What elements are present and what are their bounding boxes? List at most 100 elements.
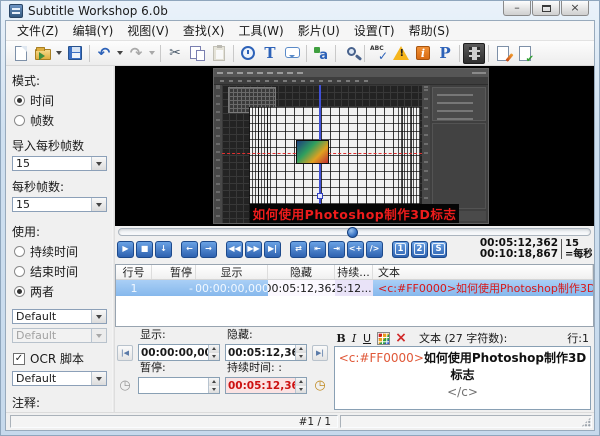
spin-down-icon[interactable] — [209, 386, 219, 394]
media-prev-button[interactable]: |◀ — [117, 345, 133, 361]
charset-primary-combo[interactable]: Default — [12, 309, 107, 324]
pause-time-spinner[interactable] — [208, 378, 219, 393]
combo-dropdown-button[interactable] — [91, 372, 106, 385]
duration-time-spinner[interactable] — [295, 378, 306, 393]
hide-time-spinner[interactable] — [295, 345, 306, 360]
spin-down-icon[interactable] — [296, 386, 306, 394]
sync-point-2-button[interactable]: 2 — [411, 241, 428, 258]
error-check-button[interactable]: ! — [390, 43, 412, 64]
combo-dropdown-button[interactable] — [91, 157, 106, 170]
resize-grip[interactable] — [581, 417, 591, 427]
script-check-button[interactable]: ✔ — [514, 43, 536, 64]
italic-button[interactable]: I — [348, 332, 360, 345]
subtitle-list[interactable]: 行号 暂停 显示 隐藏 持续... 文本 1 - 00:00:00,000 00… — [115, 264, 594, 327]
spin-up-icon[interactable] — [296, 345, 306, 353]
show-time-spinner[interactable] — [208, 345, 219, 360]
ocr-scripts-button[interactable]: P — [434, 43, 456, 64]
seek-current-button[interactable]: ↓ — [155, 241, 172, 258]
use-both-label: 两者 — [30, 283, 54, 300]
menu-search[interactable]: 查找(X) — [176, 20, 232, 41]
ocr-script-combo[interactable]: Default — [12, 371, 107, 386]
menu-file[interactable]: 文件(Z) — [10, 20, 66, 41]
prev-subtitle-button[interactable]: ← — [181, 241, 198, 258]
minimize-button[interactable]: – — [503, 1, 531, 16]
ocr-script-checkbox-row[interactable]: ✓ OCR 脚本 — [13, 350, 107, 367]
duration-clock-icon[interactable]: ◷ — [312, 378, 328, 394]
seek-thumb[interactable] — [347, 227, 358, 238]
seek-bar[interactable] — [115, 226, 594, 238]
next-subtitle-button[interactable]: → — [200, 241, 217, 258]
table-row[interactable]: 1 - 00:00:00,000 00:05:12,362 5:12... <c… — [116, 280, 593, 296]
remove-tags-button[interactable]: × — [393, 332, 409, 345]
bold-button[interactable]: B — [334, 332, 348, 345]
menu-view[interactable]: 视图(V) — [120, 20, 176, 41]
set-end-button[interactable]: ⇥ — [328, 241, 345, 258]
use-radio-endtime[interactable]: 结束时间 — [14, 263, 107, 280]
insert-subtitle-button[interactable]: <+ — [347, 241, 364, 258]
charset-secondary-value: Default — [13, 329, 91, 342]
media-next-button[interactable]: ▶| — [312, 345, 328, 361]
pause-time-field[interactable] — [138, 377, 220, 394]
fps-combo[interactable]: 15 — [12, 197, 107, 212]
menu-tools[interactable]: 工具(W) — [231, 20, 290, 41]
paste-button[interactable] — [208, 43, 230, 64]
use-radio-both[interactable]: 两者 — [14, 283, 107, 300]
cut-button[interactable]: ✂ — [164, 43, 186, 64]
combo-dropdown-button[interactable] — [91, 310, 106, 323]
information-button[interactable]: i — [412, 43, 434, 64]
sync-button[interactable]: S — [430, 241, 447, 258]
loop-button[interactable]: ⇄ — [290, 241, 307, 258]
column-show[interactable]: 显示 — [196, 265, 268, 279]
play-button[interactable]: ▶ — [117, 241, 134, 258]
mode-radio-frames[interactable]: 帧数 — [14, 112, 107, 129]
column-duration[interactable]: 持续... — [335, 265, 373, 279]
forward-button[interactable]: ▶▶ — [245, 241, 262, 258]
video-preview-toggle-button[interactable] — [463, 43, 485, 64]
column-hide[interactable]: 隐藏 — [268, 265, 335, 279]
frame-step-button[interactable]: ▶| — [264, 241, 281, 258]
undo-dropdown-caret-icon[interactable] — [117, 51, 123, 55]
menu-movie[interactable]: 影片(U) — [291, 20, 347, 41]
menu-edit[interactable]: 编辑(Y) — [66, 20, 121, 41]
spin-up-icon[interactable] — [209, 378, 219, 386]
new-button[interactable] — [10, 43, 32, 64]
use-radio-duration[interactable]: 持续时间 — [14, 243, 107, 260]
column-pause[interactable]: 暂停 — [152, 265, 196, 279]
search-button[interactable] — [339, 43, 361, 64]
column-text[interactable]: 文本 — [373, 265, 593, 279]
sync-point-button[interactable]: /> — [366, 241, 383, 258]
mode-radio-time[interactable]: 时间 — [14, 92, 107, 109]
copy-button[interactable] — [186, 43, 208, 64]
redo-dropdown-caret-icon[interactable] — [149, 51, 155, 55]
pause-clock-icon[interactable]: ◷ — [117, 378, 133, 394]
column-num[interactable]: 行号 — [116, 265, 152, 279]
comment-button[interactable] — [281, 43, 303, 64]
duration-time-field[interactable]: 00:05:12,362 — [225, 377, 307, 394]
subtitle-text-editor[interactable]: <c:#FF0000>如何使用Photoshop制作3D标志 </c> — [334, 346, 591, 410]
underline-button[interactable]: U — [360, 332, 374, 345]
input-fps-combo[interactable]: 15 — [12, 156, 107, 171]
redo-button[interactable]: ↷ — [125, 43, 147, 64]
stop-button[interactable]: ■ — [136, 241, 153, 258]
undo-button[interactable]: ↶ — [93, 43, 115, 64]
menu-help[interactable]: 帮助(S) — [402, 20, 457, 41]
open-dropdown-caret-icon[interactable] — [56, 51, 62, 55]
time-adjust-button[interactable] — [237, 43, 259, 64]
video-preview[interactable]: 如何使用Photoshop制作3D标志 — [115, 66, 594, 226]
save-button[interactable] — [64, 43, 86, 64]
spin-up-icon[interactable] — [209, 345, 219, 353]
close-button[interactable]: × — [561, 1, 589, 16]
rewind-button[interactable]: ◀◀ — [226, 241, 243, 258]
color-palette-button[interactable] — [377, 332, 390, 345]
menu-settings[interactable]: 设置(T) — [347, 20, 402, 41]
translate-button[interactable]: a — [310, 43, 332, 64]
text-style-button[interactable]: T — [259, 43, 281, 64]
spin-up-icon[interactable] — [296, 378, 306, 386]
sync-point-1-button[interactable]: 1 — [392, 241, 409, 258]
set-start-button[interactable]: ⇤ — [309, 241, 326, 258]
maximize-button[interactable] — [532, 1, 560, 16]
script-edit-button[interactable] — [492, 43, 514, 64]
combo-dropdown-button[interactable] — [91, 198, 106, 211]
spellcheck-button[interactable]: ABC✓ — [368, 43, 390, 64]
open-button[interactable] — [32, 43, 54, 64]
